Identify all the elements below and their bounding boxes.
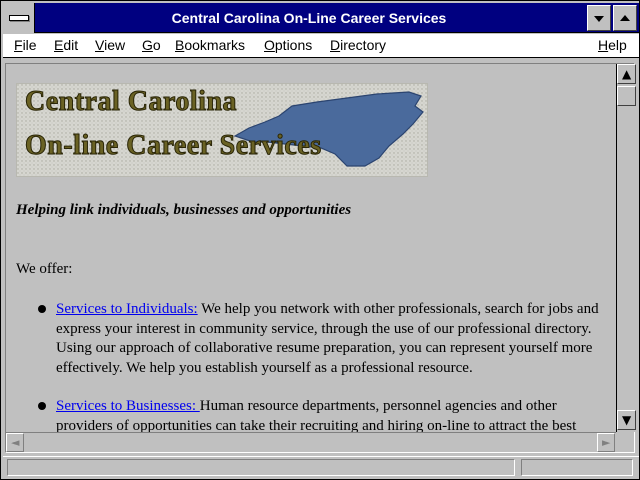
arrow-down-icon: ▼ (622, 413, 632, 427)
menu-help[interactable]: Help (598, 37, 627, 53)
menu-edit[interactable]: Edit (54, 37, 78, 53)
menu-directory[interactable]: Directory (330, 37, 386, 53)
window-title: Central Carolina On-Line Career Services (171, 10, 447, 26)
horizontal-scrollbar[interactable]: ◄ ► (6, 432, 616, 452)
menu-view[interactable]: View (95, 37, 125, 53)
banner-title-line2: On-line Career Services (25, 130, 322, 162)
arrow-left-icon: ◄ (11, 436, 20, 449)
banner-title-line1: Central Carolina (24, 86, 238, 118)
minimize-arrow-icon (594, 16, 604, 22)
arrow-right-icon: ► (602, 436, 611, 449)
site-banner-logo: Central Carolina On-line Career Services (16, 83, 428, 177)
scroll-up-button[interactable]: ▲ (617, 64, 636, 84)
menu-bookmarks[interactable]: Bookmarks (175, 37, 245, 53)
scroll-down-button[interactable]: ▼ (617, 410, 636, 430)
page-tagline: Helping link individuals, businesses and… (16, 202, 352, 218)
progress-indicator (521, 459, 633, 476)
minimize-button[interactable] (587, 5, 611, 31)
maximize-button[interactable] (613, 5, 637, 31)
link-services-individuals[interactable]: Services to Individuals: (56, 301, 198, 317)
scroll-right-button[interactable]: ► (597, 433, 615, 452)
maximize-arrow-icon (620, 15, 630, 21)
menu-options[interactable]: Options (264, 37, 312, 53)
bullet-icon (38, 305, 46, 313)
menu-go[interactable]: Go (142, 37, 161, 53)
status-bar (3, 456, 639, 478)
title-bar[interactable]: Central Carolina On-Line Career Services (3, 3, 639, 33)
system-menu-icon (9, 15, 29, 21)
link-services-businesses[interactable]: Services to Businesses: (56, 398, 200, 414)
list-item-businesses: Services to Businesses: Human resource d… (56, 397, 606, 432)
offer-intro: We offer: (16, 261, 73, 277)
scroll-left-button[interactable]: ◄ (6, 433, 24, 452)
page-content[interactable]: Central Carolina On-line Career Services… (6, 64, 616, 432)
vertical-scroll-thumb[interactable] (617, 86, 636, 106)
arrow-up-icon: ▲ (622, 67, 632, 81)
vertical-scrollbar[interactable]: ▲ ▼ (616, 64, 636, 432)
menu-bar: File Edit View Go Bookmarks Options Dire… (3, 34, 639, 58)
status-message (7, 459, 515, 476)
menu-file[interactable]: File (14, 37, 37, 53)
bullet-icon (38, 402, 46, 410)
list-item-individuals: Services to Individuals: We help you net… (56, 300, 606, 378)
document-viewport: Central Carolina On-line Career Services… (5, 63, 636, 453)
system-menu-button[interactable] (3, 3, 35, 33)
browser-window: Central Carolina On-Line Career Services… (0, 0, 640, 480)
